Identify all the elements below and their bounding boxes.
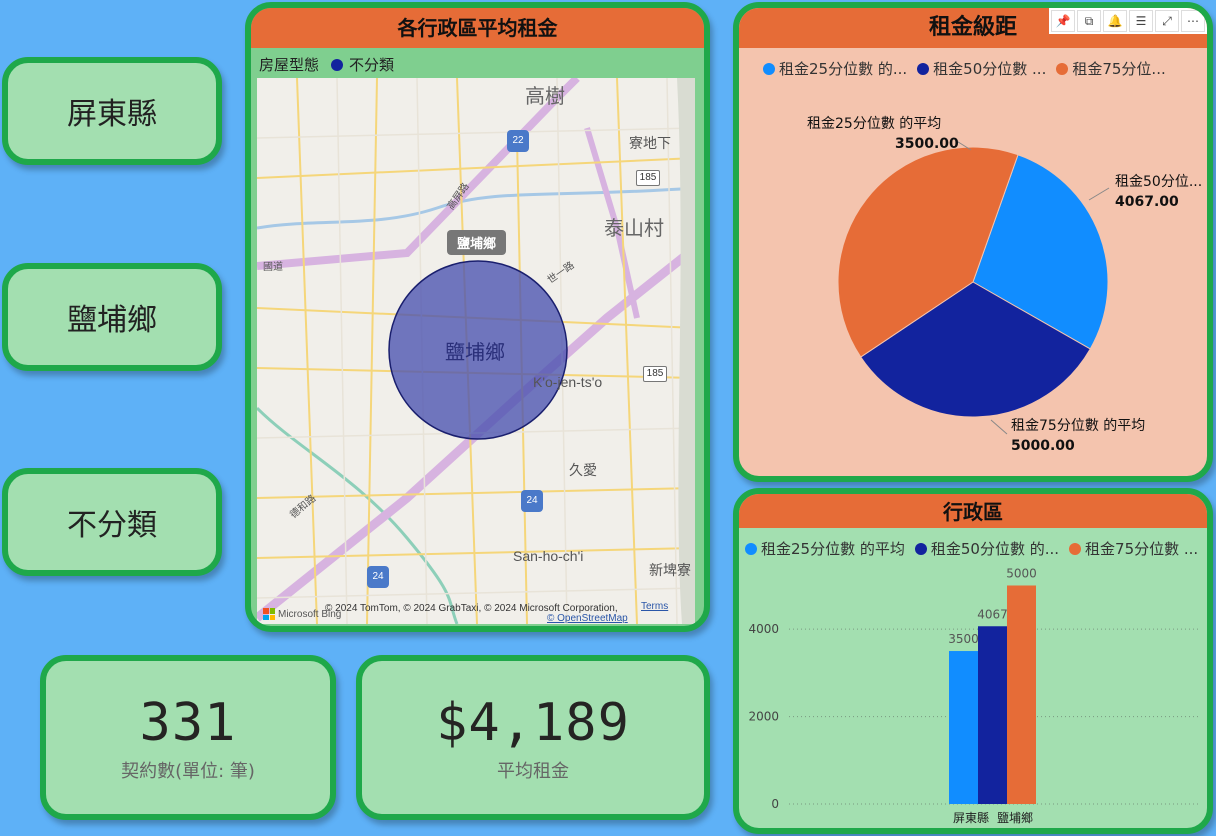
bar-data-label: 4067: [977, 607, 1008, 621]
map-visual[interactable]: 各行政區平均租金 房屋型態 不分類 高樹 寮地下 泰山村 K'o-jen-ts'…: [245, 2, 710, 632]
map-legend-title: 房屋型態: [259, 56, 320, 74]
road-label: 國道: [263, 262, 283, 273]
bar-rect[interactable]: [1007, 585, 1036, 804]
map-legend-item[interactable]: 不分類: [349, 54, 394, 75]
map-canvas[interactable]: 高樹 寮地下 泰山村 K'o-jen-ts'o 久愛 San-ho-ch'i 新…: [257, 78, 695, 624]
place-label: 寮地下: [629, 135, 671, 151]
highway-shield-icon: 24: [367, 566, 389, 588]
copy-icon[interactable]: ⧉: [1077, 10, 1101, 32]
kpi-value: $4,189: [436, 692, 630, 753]
bar-y-tick-label: 0: [771, 797, 779, 811]
pie-data-label-value: 3500.00: [895, 136, 959, 152]
place-label: 泰山村: [604, 218, 664, 240]
slicer-label: 屏東縣: [67, 97, 157, 132]
place-label: K'o-jen-ts'o: [533, 374, 603, 390]
bar-chart: 0 2000 4000 3500 4067 5000 屏東縣 鹽埔鄉: [748, 566, 1199, 825]
visual-toolbar: 📌 ⧉ 🔔 ☰ ⤢ ⋯: [1049, 8, 1207, 34]
filter-icon[interactable]: ☰: [1129, 10, 1153, 32]
map-legend: 房屋型態 不分類: [259, 54, 394, 75]
pie-leader-line: [1088, 187, 1110, 201]
road-shield-icon: 185: [643, 366, 667, 382]
kpi-label: 平均租金: [497, 760, 569, 782]
microsoft-logo-icon: [263, 608, 275, 620]
bar-title-text: 行政區: [943, 500, 1003, 524]
bar-category-label: 屏東縣: [953, 811, 989, 825]
pie-data-label-value: 5000.00: [1011, 438, 1075, 454]
legend-dot-icon: [331, 58, 344, 71]
kpi-label: 契約數(單位: 筆): [121, 760, 255, 782]
road-shield-icon: 185: [636, 170, 660, 186]
highway-shield-icon: 24: [521, 490, 543, 512]
place-label: San-ho-ch'i: [513, 548, 584, 564]
bar-data-label: 5000: [1006, 566, 1037, 580]
expand-icon[interactable]: ⤢: [1155, 10, 1179, 32]
osm-link[interactable]: © OpenStreetMap: [547, 613, 628, 624]
bar-rect[interactable]: [949, 651, 978, 804]
pie-data-label-name: 租金25分位數 的平均: [807, 116, 941, 132]
kpi-contract-count: 331 契約數(單位: 筆): [40, 655, 336, 820]
bubble-label: 鹽埔鄉: [445, 342, 505, 364]
slicer-label: 不分類: [67, 508, 157, 543]
place-label: 久愛: [569, 462, 597, 478]
pie-data-label-value: 4067.00: [1115, 194, 1179, 210]
slicer-yanpu[interactable]: 鹽埔鄉: [2, 263, 222, 371]
highway-shield-icon: 22: [507, 130, 529, 152]
map-terms-link[interactable]: Terms: [641, 601, 668, 612]
pin-icon[interactable]: 📌: [1051, 10, 1075, 32]
bar-visual[interactable]: 行政區 租金25分位數 的平均 租金50分位數 的... 租金75分位數 ...…: [733, 488, 1213, 834]
bar-y-tick-label: 2000: [748, 710, 779, 724]
bar-rect[interactable]: [978, 626, 1007, 804]
bar-data-label: 3500: [948, 632, 979, 646]
bar-category-label: 鹽埔鄉: [997, 810, 1033, 825]
pie-data-label-name: 租金75分位數 的平均: [1011, 418, 1145, 434]
slicer-unclassified[interactable]: 不分類: [2, 468, 222, 576]
pie-title-text: 租金級距: [928, 15, 1017, 40]
pie-chart: 租金25分位數 的平均 3500.00 租金50分位... 4067.00 租金75分位…: [807, 116, 1202, 454]
map-title-text: 各行政區平均租金: [397, 16, 558, 40]
map-title: 各行政區平均租金: [251, 8, 704, 48]
place-label: 高樹: [525, 86, 565, 108]
slicer-pingtung[interactable]: 屏東縣: [2, 57, 222, 165]
pie-leader-line: [990, 419, 1008, 435]
more-icon[interactable]: ⋯: [1181, 10, 1205, 32]
bar-y-tick-label: 4000: [748, 622, 779, 636]
bell-icon[interactable]: 🔔: [1103, 10, 1127, 32]
pie-visual[interactable]: 租金級距 租金25分位數 的... 租金50分位數 ... 租金75分位... …: [733, 2, 1213, 482]
bubble-tooltip: 鹽埔鄉: [447, 230, 507, 255]
kpi-value: 331: [139, 692, 237, 753]
slicer-label: 鹽埔鄉: [67, 303, 157, 338]
pie-data-label-name: 租金50分位...: [1115, 174, 1202, 190]
kpi-average-rent: $4,189 平均租金: [356, 655, 710, 820]
bar-title: 行政區: [739, 494, 1207, 528]
place-label: 新埤寮: [649, 562, 691, 578]
